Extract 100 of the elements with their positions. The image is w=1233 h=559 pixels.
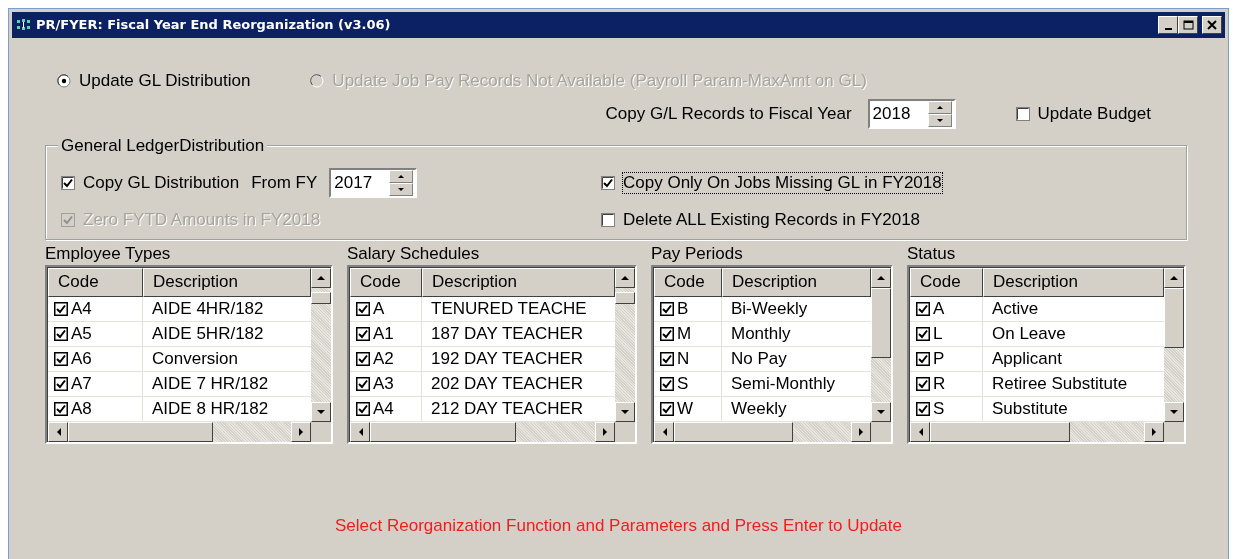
checkbox[interactable] [660,376,674,391]
table-cell: On Leave [992,323,1066,344]
table-cell: AIDE 4HR/182 [152,298,264,319]
table-cell: AIDE 8 HR/182 [152,398,269,419]
scroll-right-icon[interactable] [602,427,608,436]
checkbox[interactable] [356,376,370,391]
maximize-icon [1182,20,1194,30]
scroll-down-icon[interactable] [621,409,629,415]
scroll-thumb[interactable] [1164,287,1184,348]
scroll-up-icon[interactable] [1170,275,1178,281]
table-cell: A4 [71,298,92,319]
vertical-scrollbar[interactable] [311,267,331,422]
scroll-right-icon[interactable] [1151,427,1157,436]
checkbox-label: Copy GL Distribution [83,172,240,194]
close-button[interactable] [1202,16,1222,34]
horizontal-scrollbar[interactable] [910,421,1164,442]
minimize-button[interactable] [1158,16,1178,34]
scroll-right-icon[interactable] [298,427,304,436]
radio-label: Update GL Distribution [79,71,251,92]
app-icon [16,18,32,32]
vertical-scrollbar[interactable] [615,267,635,422]
checkbox[interactable] [54,301,68,316]
checkbox[interactable] [660,326,674,341]
status-message: Select Reorganization Function and Parameters and Press Enter to Update [334,515,903,537]
checkbox[interactable] [601,212,615,227]
table-cell: A5 [71,323,92,344]
scroll-right-icon[interactable] [858,427,864,436]
scroll-down-icon[interactable] [317,409,325,415]
checkbox[interactable] [601,175,615,190]
table-cell: A3 [373,373,394,394]
scroll-left-icon[interactable] [55,427,61,436]
table-cell: AIDE 7 HR/182 [152,373,269,394]
checkbox[interactable] [916,376,930,391]
checkbox-label: Copy Only On Jobs Missing GL in FY2018 [623,172,942,194]
scroll-left-icon[interactable] [661,427,667,436]
scroll-thumb[interactable] [615,291,635,304]
checkbox[interactable] [660,351,674,366]
checkbox[interactable] [356,301,370,316]
column-header[interactable]: Description [422,267,615,297]
list-title: Employee Types [45,244,172,265]
horizontal-scrollbar[interactable] [48,421,311,442]
vertical-scrollbar[interactable] [1164,267,1184,422]
column-header[interactable]: Code [654,267,722,297]
close-icon [1207,20,1217,30]
scroll-up-icon[interactable] [621,275,629,281]
checkbox[interactable] [1015,107,1030,122]
table-cell: A7 [71,373,92,394]
column-header[interactable]: Description [722,267,871,297]
table-cell: A1 [373,323,394,344]
list-title: Salary Schedules [347,244,481,265]
checkbox[interactable] [356,351,370,366]
scroll-thumb[interactable] [370,421,516,442]
table-cell: A [933,298,945,319]
table-cell: A6 [71,348,92,369]
table-cell: Conversion [152,348,238,369]
scroll-thumb[interactable] [674,421,794,442]
checkbox[interactable] [916,301,930,316]
checkbox[interactable] [54,326,68,341]
checkbox[interactable] [54,351,68,366]
checkbox[interactable] [916,326,930,341]
checkbox[interactable] [54,401,68,416]
table-cell: Semi-Monthly [731,373,835,394]
column-header[interactable]: Code [48,267,143,297]
horizontal-scrollbar[interactable] [654,421,871,442]
scroll-up-icon[interactable] [317,275,325,281]
field-label: Copy G/L Records to Fiscal Year [605,104,852,125]
table-cell: AIDE 5HR/182 [152,323,264,344]
maximize-button[interactable] [1178,16,1198,34]
scroll-down-icon[interactable] [1170,409,1178,415]
scroll-thumb[interactable] [871,287,891,358]
scroll-thumb[interactable] [68,421,213,442]
checkbox[interactable] [356,326,370,341]
column-header[interactable]: Description [983,267,1164,297]
checkbox[interactable] [356,401,370,416]
table-cell: R [933,373,946,394]
column-header[interactable]: Code [910,267,983,297]
column-header[interactable]: Description [143,267,311,297]
scroll-down-icon[interactable] [877,409,885,415]
table-cell: P [933,348,945,369]
table-cell: S [677,373,689,394]
window-title: PR/FYER: Fiscal Year End Reorganization (v3.06) [36,17,391,33]
horizontal-scrollbar[interactable] [350,421,615,442]
table-cell: TENURED TEACHE [431,298,587,319]
table-cell: W [677,398,694,419]
checkbox[interactable] [61,175,75,190]
scroll-left-icon[interactable] [917,427,923,436]
checkbox[interactable] [916,401,930,416]
group-title: General LedgerDistribution [58,136,268,157]
radio-button[interactable] [57,74,71,89]
checkbox[interactable] [660,301,674,316]
scroll-thumb[interactable] [930,421,1070,442]
checkbox[interactable] [916,351,930,366]
checkbox[interactable] [660,401,674,416]
column-header[interactable]: Code [350,267,422,297]
table-cell: N [677,348,690,369]
scroll-left-icon[interactable] [357,427,363,436]
checkbox[interactable] [54,376,68,391]
vertical-scrollbar[interactable] [871,267,891,422]
scroll-up-icon[interactable] [877,275,885,281]
scroll-thumb[interactable] [311,291,331,304]
